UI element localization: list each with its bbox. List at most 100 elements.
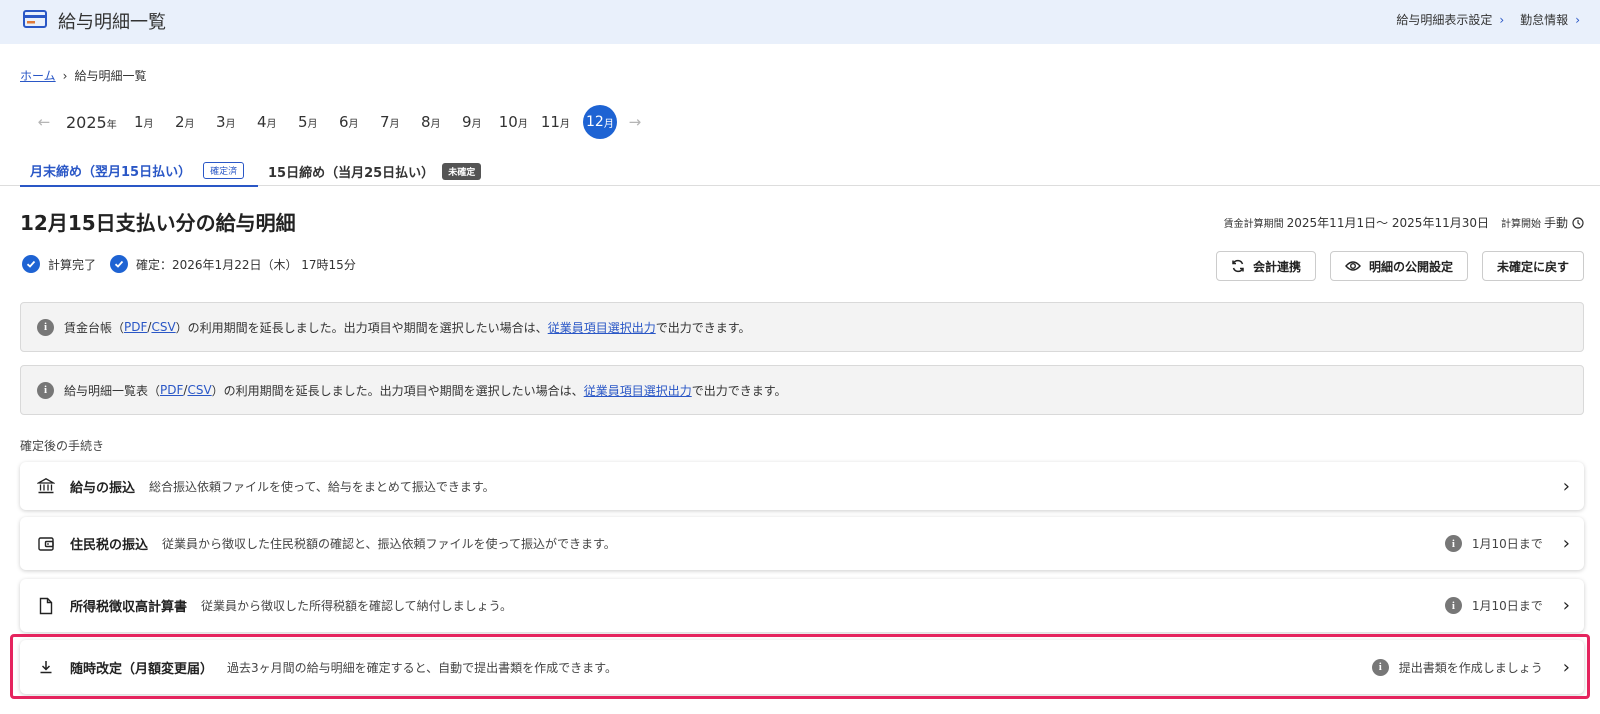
month-unit: 月 <box>603 118 614 130</box>
month-unit: 月 <box>348 119 359 130</box>
payslip-card-icon <box>23 10 47 32</box>
deadline-note: 1月10日まで <box>1471 599 1543 613</box>
publish-settings-label: 明細の公開設定 <box>1368 259 1453 274</box>
accounting-sync-button[interactable]: 会計連携 <box>1215 251 1316 281</box>
breadcrumb-current: 給与明細一覧 <box>74 69 147 83</box>
month-7[interactable]: 7月 <box>376 113 404 131</box>
check-circle-icon <box>22 255 40 273</box>
notice-text: ）の利用期間を延長しました。出力項目や期間を選択したい場合は、 <box>211 383 584 398</box>
tab-month-end-closing[interactable]: 月末締め（翌月15日払い） 確定済 <box>20 156 258 187</box>
month-unit: 月 <box>517 119 528 130</box>
procedure-description: 従業員から徴収した住民税額の確認と、振込依頼ファイルを使って振込ができます。 <box>162 537 616 551</box>
arrow-right-icon[interactable]: → <box>627 113 643 131</box>
procedure-description: 総合振込依頼ファイルを使って、給与をまとめて振込できます。 <box>149 479 495 494</box>
clock-icon <box>1572 216 1584 229</box>
month-value: 10 <box>498 113 518 131</box>
period-label: 賃金計算期間 <box>1223 219 1284 230</box>
breadcrumb: ホーム › 給与明細一覧 <box>20 67 146 84</box>
income-tax-calculation-card[interactable]: 所得税徴収高計算書 従業員から徴収した所得税額を確認して納付しましょう。 i 1… <box>20 579 1584 632</box>
employee-item-export-link[interactable]: 従業員項目選択出力 <box>548 319 656 336</box>
csv-link[interactable]: CSV <box>151 320 175 334</box>
notice-payslip-list: i 給与明細一覧表（ PDF / CSV ）の利用期間を延長しました。出力項目や期間を選… <box>20 365 1584 415</box>
publish-settings-button[interactable]: 明細の公開設定 <box>1329 251 1468 281</box>
month-value: 12 <box>585 114 604 130</box>
revert-unconfirmed-label: 未確定に戻す <box>1496 259 1569 274</box>
post-confirmation-section-label: 確定後の手続き <box>20 439 105 453</box>
pdf-link[interactable]: PDF <box>124 320 147 334</box>
csv-link[interactable]: CSV <box>187 383 211 397</box>
employee-item-export-link[interactable]: 従業員項目選択出力 <box>584 382 692 399</box>
chevron-right-icon: › <box>1562 595 1570 616</box>
chevron-right-icon: › <box>1562 475 1570 497</box>
month-selector: ← 2025年 1月 2月 3月 4月 5月 6月 7月 8月 9月 10月 1… <box>36 104 643 140</box>
chevron-right-icon: › <box>62 68 68 83</box>
procedure-title: 所得税徴収高計算書 <box>70 600 188 615</box>
arrow-left-icon[interactable]: ← <box>36 113 52 131</box>
year-label[interactable]: 2025年 <box>66 113 117 132</box>
period-value: 2025年11月1日～ 2025年11月30日 <box>1286 216 1489 230</box>
month-2[interactable]: 2月 <box>171 113 199 131</box>
calc-start-value: 手動 <box>1543 216 1568 230</box>
notice-wage-ledger: i 賃金台帳（ PDF / CSV ）の利用期間を延長しました。出力項目や期間を選択した… <box>20 302 1584 352</box>
chevron-right-icon: › <box>1575 12 1580 27</box>
revert-unconfirmed-button[interactable]: 未確定に戻す <box>1481 251 1584 281</box>
notice-text: ）の利用期間を延長しました。出力項目や期間を選択したい場合は、 <box>175 320 548 335</box>
notice-text: で出力できます。 <box>691 383 787 398</box>
sync-icon <box>1231 259 1253 273</box>
month-unit: 月 <box>471 119 482 130</box>
month-unit: 月 <box>559 119 570 130</box>
closing-tabs: 月末締め（翌月15日払い） 確定済 15日締め（当月25日払い） 未確定 <box>0 156 1600 187</box>
info-icon: i <box>37 381 54 399</box>
payslip-display-settings-link[interactable]: 給与明細表示設定 › <box>1396 11 1504 28</box>
procedure-title: 住民税の振込 <box>70 538 149 553</box>
pdf-link[interactable]: PDF <box>160 383 183 397</box>
payslip-display-settings-label: 給与明細表示設定 <box>1396 13 1493 27</box>
confirmed-status: 確定：2026年1月22日（木） 17時15分 <box>136 257 356 272</box>
salary-transfer-card[interactable]: 給与の振込 総合振込依頼ファイルを使って、給与をまとめて振込できます。 › <box>20 462 1584 510</box>
month-6[interactable]: 6月 <box>335 113 363 131</box>
notice-text: 賃金台帳（ <box>64 320 125 335</box>
document-icon <box>24 597 68 615</box>
month-11[interactable]: 11月 <box>541 113 570 131</box>
status-badge: 確定済 <box>203 162 245 179</box>
deadline-note: 1月10日まで <box>1471 537 1543 551</box>
month-unit: 月 <box>184 119 195 130</box>
attendance-info-link[interactable]: 勤怠情報 › <box>1520 11 1580 28</box>
year-value: 2025 <box>66 112 107 132</box>
month-unit: 月 <box>430 119 441 130</box>
procedure-description: 従業員から徴収した所得税額を確認して納付しましょう。 <box>201 599 512 613</box>
month-value: 11 <box>540 113 560 131</box>
highlight-frame <box>10 634 1590 699</box>
status-row: 計算完了 確定：2026年1月22日（木） 17時15分 <box>22 255 356 273</box>
month-unit: 月 <box>389 119 400 130</box>
month-unit: 月 <box>307 119 318 130</box>
month-3[interactable]: 3月 <box>212 113 240 131</box>
year-unit: 年 <box>106 119 117 131</box>
calc-start-label: 計算開始 <box>1500 219 1541 230</box>
accounting-sync-label: 会計連携 <box>1252 259 1301 274</box>
notice-text: で出力できます。 <box>655 320 751 335</box>
bank-icon <box>24 477 68 495</box>
month-8[interactable]: 8月 <box>417 113 445 131</box>
notice-text: 給与明細一覧表（ <box>64 383 161 398</box>
month-5[interactable]: 5月 <box>294 113 322 131</box>
info-icon: i <box>37 318 54 336</box>
action-buttons: 会計連携 明細の公開設定 未確定に戻す <box>1202 251 1584 281</box>
month-4[interactable]: 4月 <box>253 113 281 131</box>
breadcrumb-home-link[interactable]: ホーム <box>20 67 56 84</box>
month-unit: 月 <box>266 119 277 130</box>
status-badge: 未確定 <box>442 162 482 180</box>
tab-15th-closing[interactable]: 15日締め（当月25日払い） 未確定 <box>268 156 482 186</box>
month-1[interactable]: 1月 <box>130 113 158 131</box>
page-title: 12月15日支払い分の給与明細 <box>20 211 296 235</box>
chevron-right-icon: › <box>1499 12 1505 27</box>
month-10[interactable]: 10月 <box>499 113 528 131</box>
tab-label: 月末締め（翌月15日払い） <box>30 165 192 180</box>
check-circle-icon <box>110 255 129 273</box>
month-12-active[interactable]: 12 月 <box>582 105 617 139</box>
info-icon: i <box>1444 597 1462 614</box>
month-unit: 月 <box>143 119 154 130</box>
resident-tax-transfer-card[interactable]: 住民税の振込 従業員から徴収した住民税額の確認と、振込依頼ファイルを使って振込が… <box>20 517 1584 570</box>
top-header: 給与明細一覧 給与明細表示設定 › 勤怠情報 › <box>0 0 1600 44</box>
month-9[interactable]: 9月 <box>458 113 486 131</box>
